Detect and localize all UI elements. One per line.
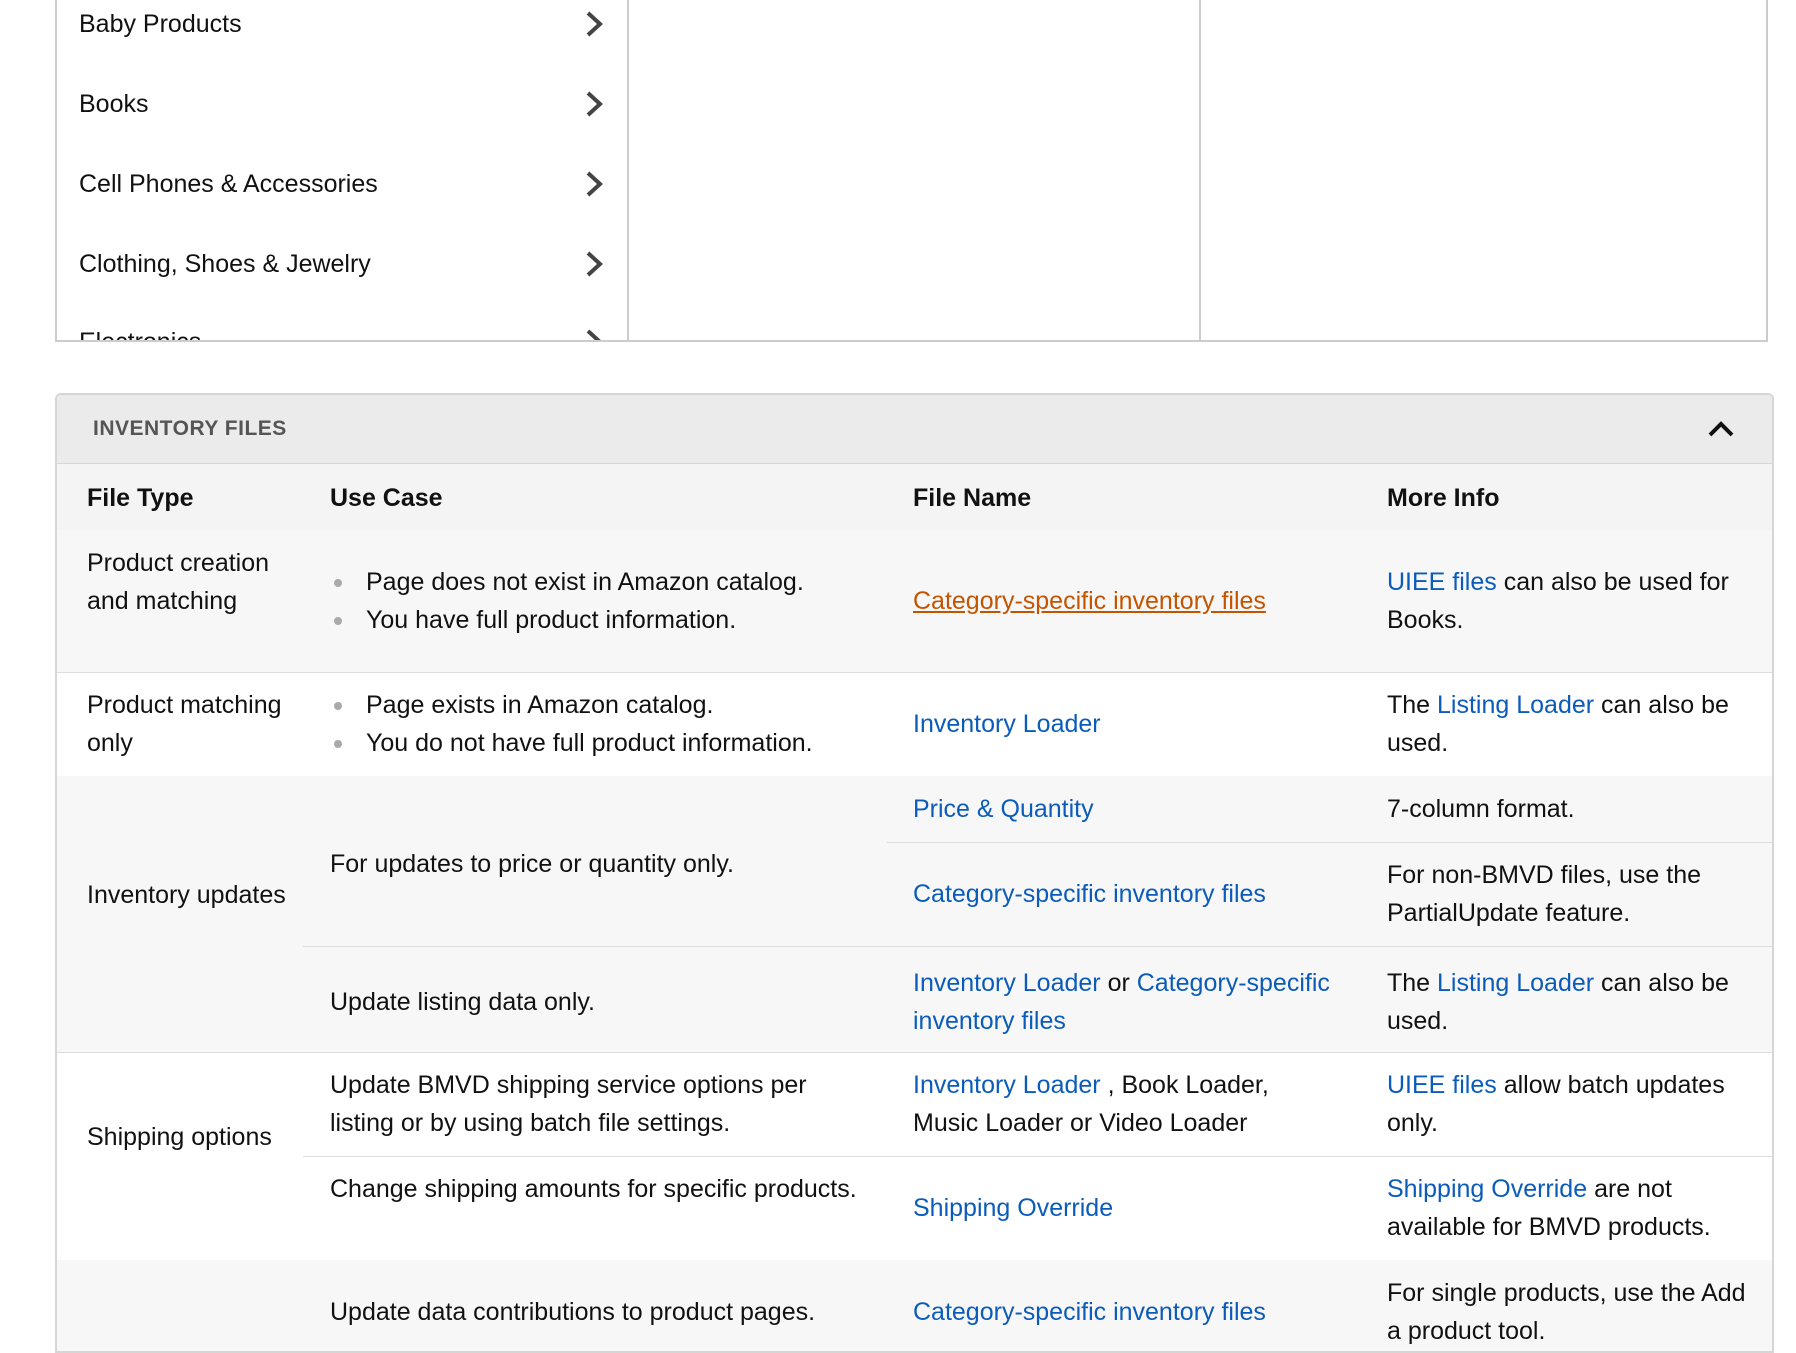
file-name-cell: Category-specific inventory files: [913, 875, 1333, 913]
info-text: The: [1387, 969, 1438, 997]
category-item-books[interactable]: Books: [79, 64, 605, 144]
category-label: Clothing, Shoes & Jewelry: [79, 249, 371, 278]
table-row: Product creation and matching Page does …: [57, 530, 1772, 673]
category-item-cell-phones[interactable]: Cell Phones & Accessories: [79, 144, 605, 224]
shipping-override-link[interactable]: Shipping Override: [1387, 1175, 1587, 1203]
info-text: The: [1387, 691, 1438, 719]
category-pane-2: [629, 0, 1201, 340]
more-info-cell: Shipping Override are not available for …: [1387, 1170, 1757, 1246]
inventory-loader-link[interactable]: Inventory Loader: [913, 1071, 1101, 1099]
uiee-files-link[interactable]: UIEE files: [1387, 568, 1497, 596]
file-name-cell: Inventory Loader: [913, 705, 1333, 743]
column-header-file-type: File Type: [87, 484, 194, 512]
use-case-cell: Change shipping amounts for specific pro…: [330, 1175, 857, 1203]
more-info-cell: For non-BMVD files, use the PartialUpdat…: [1387, 861, 1702, 927]
file-name-cell: Inventory Loader , Book Loader, Music Lo…: [913, 1066, 1333, 1142]
use-case-cell: Page does not exist in Amazon catalog. Y…: [330, 563, 890, 639]
file-name-cell: Price & Quantity: [913, 790, 1333, 828]
more-info-cell: The Listing Loader can also be used.: [1387, 686, 1757, 762]
category-label: Cell Phones & Accessories: [79, 169, 378, 198]
list-item: Page exists in Amazon catalog.: [330, 686, 890, 724]
more-info-cell: UIEE files allow batch updates only.: [1387, 1066, 1757, 1142]
panel-title: INVENTORY FILES: [93, 417, 287, 440]
category-specific-inventory-files-link[interactable]: Category-specific inventory files: [913, 880, 1266, 908]
category-pane-1: Baby Products Books Cell Phones & Access…: [57, 0, 629, 340]
chevron-right-icon: [583, 170, 605, 198]
listing-loader-link[interactable]: Listing Loader: [1437, 691, 1594, 719]
chevron-right-icon: [583, 328, 605, 340]
listing-loader-link[interactable]: Listing Loader: [1437, 969, 1594, 997]
inventory-loader-link[interactable]: Inventory Loader: [913, 969, 1101, 997]
shipping-override-link[interactable]: Shipping Override: [913, 1194, 1113, 1222]
chevron-right-icon: [583, 10, 605, 38]
list-item: You do not have full product information…: [330, 724, 890, 762]
more-info-cell: UIEE files can also be used for Books.: [1387, 563, 1757, 639]
list-item: Page does not exist in Amazon catalog.: [330, 563, 890, 601]
column-header-file-name: File Name: [913, 484, 1032, 512]
category-item-electronics[interactable]: Electronics: [79, 302, 605, 340]
table-row: Product matching only Page exists in Ama…: [57, 672, 1772, 777]
table-body: Product creation and matching Page does …: [57, 530, 1772, 1351]
price-quantity-link[interactable]: Price & Quantity: [913, 795, 1094, 823]
row-divider: [303, 1156, 1772, 1157]
row-divider: [303, 946, 1772, 947]
table-row: Shipping options Update BMVD shipping se…: [57, 1052, 1772, 1261]
file-name-cell: Category-specific inventory files: [913, 582, 1333, 620]
category-specific-inventory-files-link[interactable]: Category-specific inventory files: [913, 1298, 1266, 1326]
uiee-files-link[interactable]: UIEE files: [1387, 1071, 1497, 1099]
category-item-baby-products[interactable]: Baby Products: [79, 0, 605, 64]
category-item-clothing[interactable]: Clothing, Shoes & Jewelry: [79, 224, 605, 304]
table-row: Inventory updates For updates to price o…: [57, 776, 1772, 1053]
panel-header[interactable]: INVENTORY FILES: [57, 395, 1772, 464]
column-header-use-case: Use Case: [330, 484, 443, 512]
file-name-cell: Category-specific inventory files: [913, 1293, 1333, 1331]
file-type-cell: Product matching only: [87, 691, 282, 757]
more-info-cell: The Listing Loader can also be used.: [1387, 964, 1757, 1040]
use-case-cell: Update BMVD shipping service options per…: [330, 1071, 807, 1137]
table-row: Update data contributions to product pag…: [57, 1260, 1772, 1351]
use-case-cell: Update data contributions to product pag…: [330, 1298, 816, 1326]
file-type-cell: Product creation and matching: [87, 549, 270, 615]
list-item: You have full product information.: [330, 601, 890, 639]
file-type-cell: Inventory updates: [87, 881, 286, 909]
category-label: Baby Products: [79, 9, 242, 38]
file-type-cell: Shipping options: [87, 1123, 272, 1151]
category-specific-inventory-files-link[interactable]: Category-specific inventory files: [913, 587, 1266, 615]
category-label: Electronics: [79, 328, 201, 341]
use-case-cell: For updates to price or quantity only.: [330, 850, 734, 878]
inventory-files-panel: INVENTORY FILES File Type Use Case File …: [55, 393, 1774, 1353]
category-browser: Baby Products Books Cell Phones & Access…: [55, 0, 1768, 342]
chevron-up-icon[interactable]: [1706, 419, 1736, 439]
more-info-cell: For single products, use the Add a produ…: [1387, 1279, 1746, 1345]
file-name-cell: Shipping Override: [913, 1189, 1333, 1227]
file-name-cell: Inventory Loader or Category-specific in…: [913, 964, 1333, 1040]
use-case-cell: Page exists in Amazon catalog. You do no…: [330, 686, 890, 762]
column-header-more-info: More Info: [1387, 484, 1500, 512]
or-text: or: [1100, 969, 1137, 997]
use-case-cell: Update listing data only.: [330, 988, 595, 1016]
chevron-right-icon: [583, 250, 605, 278]
chevron-right-icon: [583, 90, 605, 118]
category-pane-3: [1201, 0, 1766, 340]
table-header: File Type Use Case File Name More Info: [57, 464, 1772, 531]
more-info-cell: 7-column format.: [1387, 795, 1575, 823]
category-label: Books: [79, 89, 149, 118]
row-divider: [887, 842, 1772, 843]
inventory-loader-link[interactable]: Inventory Loader: [913, 710, 1101, 738]
